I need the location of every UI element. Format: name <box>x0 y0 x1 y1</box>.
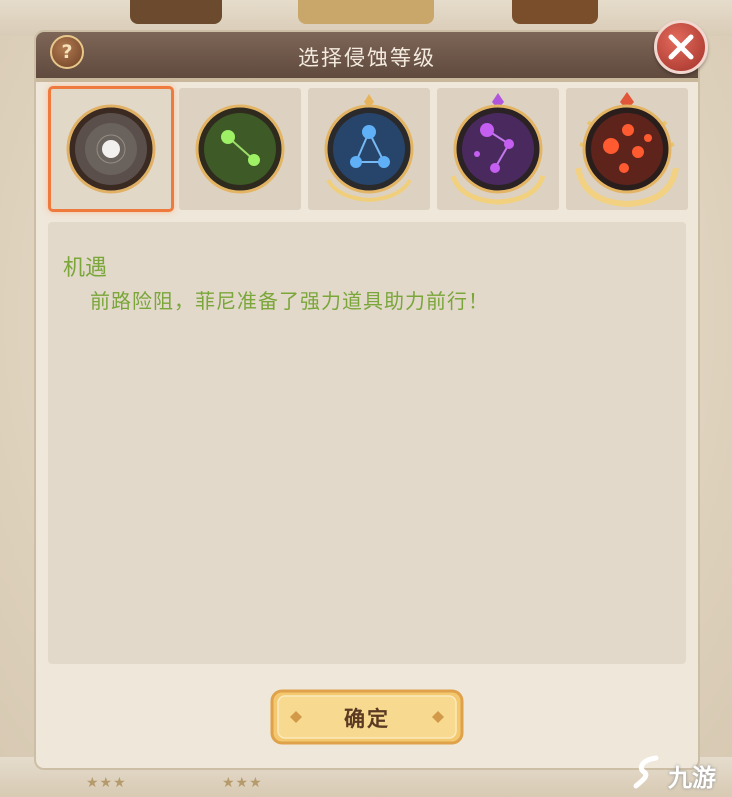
description-title: 机遇 <box>63 256 108 281</box>
question-mark-icon: ? <box>61 41 73 63</box>
level-option-3[interactable] <box>308 88 430 210</box>
confirm-button[interactable]: 确定 <box>268 687 466 747</box>
red-constellation-icon <box>575 92 679 208</box>
description-panel: 机遇 前路险阻，菲尼准备了强力道具助力前行！ <box>48 222 686 664</box>
background-star-icon: ★★★ <box>86 775 127 791</box>
close-button[interactable] <box>654 20 708 74</box>
background-card-right <box>512 0 598 24</box>
level-option-5[interactable] <box>566 88 688 210</box>
help-button[interactable]: ? <box>50 35 84 69</box>
watermark: 九游 <box>632 752 728 792</box>
level-option-1[interactable] <box>48 86 174 212</box>
level-selector <box>48 86 688 212</box>
dialog-titlebar: 选择侵蚀等级 <box>36 32 698 82</box>
confirm-label: 确定 <box>344 707 390 731</box>
purple-constellation-icon <box>450 93 546 205</box>
green-constellation-icon <box>195 104 285 194</box>
level-option-2[interactable] <box>179 88 301 210</box>
background-card-center <box>298 0 434 24</box>
background-card-left <box>130 0 222 24</box>
watermark-text: 九游 <box>668 764 716 792</box>
close-x-icon <box>668 34 694 60</box>
erosion-level-dialog: 选择侵蚀等级 ? 机遇 前路险阻，菲尼准备了强力道具助力前行！ 确定 <box>34 20 708 770</box>
blue-constellation-icon <box>324 94 414 203</box>
background-star-icon: ★★★ <box>222 775 263 791</box>
dialog-title: 选择侵蚀等级 <box>298 46 436 70</box>
watermark-logo-icon <box>633 755 659 789</box>
gray-orb-icon <box>66 104 156 194</box>
description-text: 前路险阻，菲尼准备了强力道具助力前行！ <box>90 289 489 313</box>
level-option-4[interactable] <box>437 88 559 210</box>
